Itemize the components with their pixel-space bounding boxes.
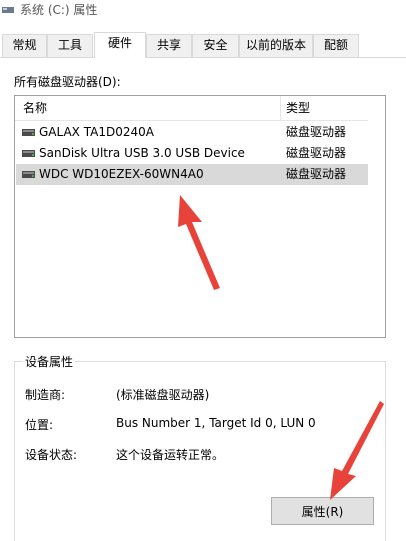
tab-hardware[interactable]: 硬件 xyxy=(94,32,146,58)
drive-row[interactable]: SanDisk Ultra USB 3.0 USB Device 磁盘驱动器 xyxy=(16,143,369,164)
hard-drive-icon xyxy=(22,129,35,136)
manufacturer-value: (标准磁盘驱动器) xyxy=(116,388,210,402)
title-bar: 系统 (C:) 属性 xyxy=(0,0,406,20)
drive-row-selected[interactable]: WDC WD10EZEX-60WN4A0 磁盘驱动器 xyxy=(16,164,369,185)
tab-general[interactable]: 常规 xyxy=(2,34,47,57)
tab-sharing[interactable]: 共享 xyxy=(146,34,192,57)
tab-quota[interactable]: 配额 xyxy=(313,34,359,57)
tab-security[interactable]: 安全 xyxy=(192,34,239,57)
drive-type: 磁盘驱动器 xyxy=(286,167,347,181)
listview-scrollbar[interactable] xyxy=(368,96,385,337)
drive-name: WDC WD10EZEX-60WN4A0 xyxy=(39,167,204,181)
hard-drive-icon xyxy=(22,150,35,157)
drive-window-icon xyxy=(2,7,14,13)
properties-button[interactable]: 属性(R) xyxy=(271,497,374,525)
hard-drive-icon xyxy=(22,171,35,178)
device-status-label: 设备状态: xyxy=(25,448,78,462)
device-properties-title: 设备属性 xyxy=(23,353,76,370)
column-header-type[interactable]: 类型 xyxy=(286,96,310,120)
drives-listview[interactable]: 名称 类型 GALAX TA1D0240A 磁盘驱动器 SanDisk Ultr… xyxy=(14,95,386,338)
drive-name: SanDisk Ultra USB 3.0 USB Device xyxy=(39,146,245,160)
tab-tools[interactable]: 工具 xyxy=(47,34,93,57)
window-title: 系统 (C:) 属性 xyxy=(20,3,98,17)
drive-name: GALAX TA1D0240A xyxy=(39,125,154,139)
hardware-panel: 所有磁盘驱动器(D): 名称 类型 GALAX TA1D0240A 磁盘驱动器 … xyxy=(0,58,406,541)
manufacturer-label: 制造商: xyxy=(25,388,66,402)
tab-previous-versions[interactable]: 以前的版本 xyxy=(239,34,313,57)
drive-type: 磁盘驱动器 xyxy=(286,125,347,139)
column-header-name[interactable]: 名称 xyxy=(23,96,47,120)
location-value: Bus Number 1, Target Id 0, LUN 0 xyxy=(116,416,316,430)
column-separator[interactable] xyxy=(280,96,281,120)
listview-header: 名称 类型 xyxy=(15,96,385,121)
location-label: 位置: xyxy=(25,418,54,432)
drive-row[interactable]: GALAX TA1D0240A 磁盘驱动器 xyxy=(16,122,369,143)
drive-type: 磁盘驱动器 xyxy=(286,146,347,160)
tab-strip: 常规 工具 硬件 共享 安全 以前的版本 配额 xyxy=(0,32,406,58)
all-drives-label: 所有磁盘驱动器(D): xyxy=(14,75,121,89)
device-status-value: 这个设备运转正常。 xyxy=(116,448,225,462)
